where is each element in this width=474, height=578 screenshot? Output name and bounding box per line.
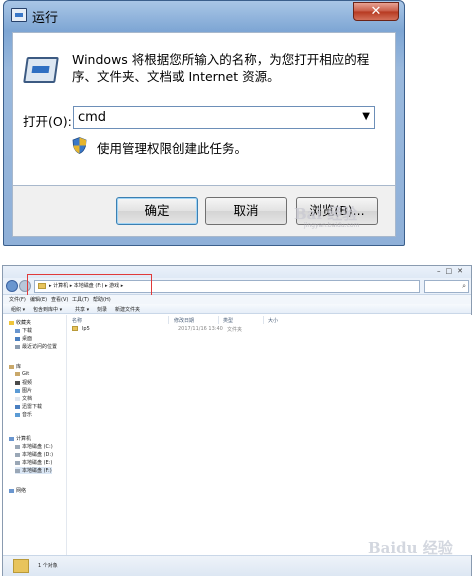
menu-bar: 文件(F) 编辑(E) 查看(V) 工具(T) 帮助(H) <box>3 295 471 304</box>
baidu-watermark-top-sub: jingyan.baidu.com <box>304 222 360 229</box>
file-date: 2017/11/16 13:40 <box>178 326 223 332</box>
nav-network[interactable]: 网络 <box>9 487 26 494</box>
column-separator[interactable] <box>218 316 219 324</box>
drive-icon <box>15 460 20 465</box>
status-bar: 1 个对象 <box>3 555 471 576</box>
download-icon <box>15 404 20 409</box>
table-row[interactable]: lp5 2017/11/16 13:40 文件夹 <box>72 325 292 333</box>
organize-button[interactable]: 组织 ▾ <box>11 306 25 313</box>
menu-tools[interactable]: 工具(T) <box>72 296 89 303</box>
search-icon[interactable]: ⌕ <box>462 282 466 291</box>
close-button[interactable]: ✕ <box>353 2 399 21</box>
nav-item-pictures[interactable]: 图片 <box>15 387 32 394</box>
column-size[interactable]: 大小 <box>268 317 278 324</box>
search-input[interactable]: ⌕ <box>424 280 469 293</box>
include-library-button[interactable]: 包含到库中 ▾ <box>33 306 62 313</box>
file-name: lp5 <box>82 326 90 332</box>
nav-item-documents[interactable]: 文档 <box>15 395 32 402</box>
run-body: Windows 将根据您所输入的名称，为您打开相应的程序、文件夹、文档或 Int… <box>12 32 396 186</box>
column-name[interactable]: 名称 <box>72 317 82 324</box>
menu-view[interactable]: 查看(V) <box>51 296 68 303</box>
column-separator[interactable] <box>168 316 169 324</box>
column-date[interactable]: 修改日期 <box>174 317 194 324</box>
new-folder-button[interactable]: 新建文件夹 <box>115 306 140 313</box>
run-description: Windows 将根据您所输入的名称，为您打开相应的程序、文件夹、文档或 Int… <box>72 52 370 84</box>
menu-help[interactable]: 帮助(H) <box>93 296 111 303</box>
column-separator[interactable] <box>263 316 264 324</box>
picture-icon <box>15 388 20 393</box>
navigation-pane: 收藏夹 下载 桌面 最近访问的位置 库 Git 视频 图片 文档 迅雷下载 音乐… <box>3 315 67 555</box>
run-title: 运行 <box>32 11 59 26</box>
folder-icon <box>15 371 20 376</box>
drive-icon <box>15 452 20 457</box>
run-titlebar[interactable]: 运行 ✕ <box>4 1 404 29</box>
status-text: 1 个对象 <box>38 563 58 569</box>
window-controls[interactable]: –□✕ <box>437 267 468 275</box>
desktop-icon <box>15 336 20 341</box>
screenshot-stage: 运行 ✕ Windows 将根据您所输入的名称，为您打开相应的程序、文件夹、文档… <box>0 0 474 578</box>
folder-icon <box>72 326 78 331</box>
chevron-down-icon[interactable]: ▼ <box>362 111 370 122</box>
menu-edit[interactable]: 编辑(E) <box>30 296 47 303</box>
network-icon <box>9 488 14 493</box>
explorer-window: –□✕ ▸ 计算机 ▸ 本地磁盘 (F:) ▸ 游戏 ▸ ⌕ 文件(F) 编辑(… <box>2 265 472 576</box>
computer-icon <box>9 436 14 441</box>
open-input-value[interactable]: cmd <box>78 110 106 125</box>
video-icon <box>15 380 20 385</box>
admin-note: 使用管理权限创建此任务。 <box>97 141 248 156</box>
download-icon <box>15 328 20 333</box>
cancel-button[interactable]: 取消 <box>205 197 287 225</box>
baidu-watermark-top: Bai 经验 <box>294 205 358 223</box>
menu-file[interactable]: 文件(F) <box>9 296 26 303</box>
column-type[interactable]: 类型 <box>223 317 233 324</box>
nav-item-thunder[interactable]: 迅雷下载 <box>15 403 42 410</box>
run-window-icon <box>11 8 27 22</box>
nav-item-downloads[interactable]: 下载 <box>15 327 32 334</box>
folder-icon <box>13 559 29 573</box>
open-label: 打开(O): <box>23 114 72 129</box>
nav-favorites[interactable]: 收藏夹 <box>9 319 31 326</box>
command-bar: 组织 ▾ 包含到库中 ▾ 共享 ▾ 刻录 新建文件夹 <box>3 304 471 314</box>
file-list: 名称 修改日期 类型 大小 lp5 2017/11/16 13:40 文件夹 B… <box>68 315 472 557</box>
star-icon <box>9 320 14 325</box>
nav-item-drive-e[interactable]: 本地磁盘 (E:) <box>15 459 52 466</box>
nav-item-drive-c[interactable]: 本地磁盘 (C:) <box>15 443 53 450</box>
drive-icon <box>15 444 20 449</box>
burn-button[interactable]: 刻录 <box>97 306 107 313</box>
nav-item-recent[interactable]: 最近访问的位置 <box>15 343 57 350</box>
run-dialog: 运行 ✕ Windows 将根据您所输入的名称，为您打开相应的程序、文件夹、文档… <box>3 0 405 246</box>
music-icon <box>15 412 20 417</box>
back-button[interactable] <box>6 280 18 292</box>
share-button[interactable]: 共享 ▾ <box>75 306 89 313</box>
nav-item-git[interactable]: Git <box>15 371 29 378</box>
library-icon <box>9 364 14 369</box>
recent-places-icon <box>15 344 20 349</box>
run-app-icon <box>23 57 59 83</box>
nav-item-videos[interactable]: 视频 <box>15 379 32 386</box>
document-icon <box>15 396 20 401</box>
open-combobox[interactable]: cmd ▼ <box>73 106 375 129</box>
nav-item-drive-d[interactable]: 本地磁盘 (D:) <box>15 451 53 458</box>
ok-button[interactable]: 确定 <box>116 197 198 225</box>
nav-libraries[interactable]: 库 <box>9 363 21 370</box>
uac-shield-icon <box>72 137 87 154</box>
nav-item-desktop[interactable]: 桌面 <box>15 335 32 342</box>
nav-computer[interactable]: 计算机 <box>9 435 31 442</box>
nav-item-music[interactable]: 音乐 <box>15 411 32 418</box>
file-type: 文件夹 <box>227 327 243 333</box>
nav-item-drive-f[interactable]: 本地磁盘 (F:) <box>15 467 52 474</box>
drive-icon <box>15 468 20 473</box>
